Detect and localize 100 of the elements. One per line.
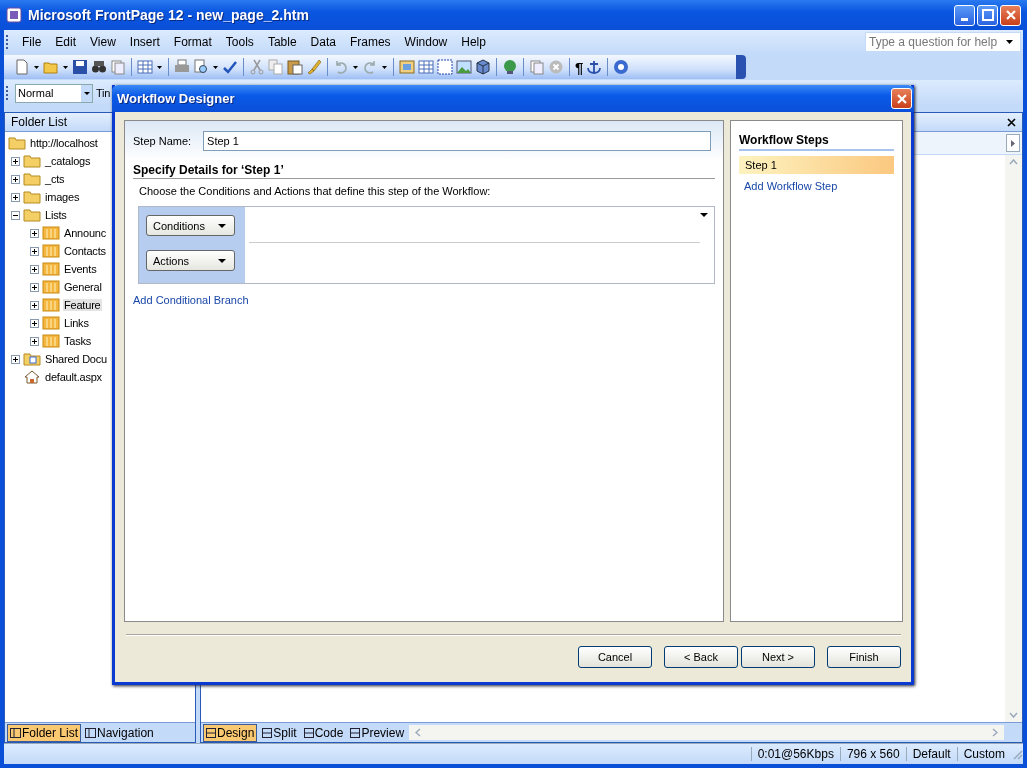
add-step-link[interactable]: Add Workflow Step [744,180,838,192]
list-icon [42,262,60,276]
view-tab[interactable]: Split [260,724,299,741]
caret-icon[interactable] [34,65,39,69]
table-icon[interactable] [418,59,434,75]
tree-item[interactable]: http://localhost [29,137,99,149]
layout-icon [206,727,216,738]
maximize-icon [981,9,994,21]
close-button[interactable] [891,88,912,109]
menu-item[interactable]: Insert [122,35,167,49]
dialog-button[interactable]: Finish [827,646,901,668]
dropdown-button[interactable]: Conditions [146,215,235,236]
menu-item[interactable]: Frames [342,35,398,49]
step-item[interactable]: Step 1 [739,156,894,174]
expand-icon[interactable] [30,228,39,238]
caret-icon [218,223,226,228]
expand-icon[interactable] [11,156,20,166]
add-branch-link[interactable]: Add Conditional Branch [133,294,249,306]
expand-icon[interactable] [11,174,20,184]
menu-item[interactable]: Tools [218,35,261,49]
panel-icon [10,727,21,738]
expand-icon[interactable] [30,336,39,346]
close-icon [1004,9,1017,21]
expand-icon[interactable] [11,354,20,364]
resize-grip-icon[interactable] [1011,748,1023,760]
caret-icon[interactable] [157,65,162,69]
tree-item[interactable]: Tasks [63,335,93,347]
menu-item[interactable]: Data [303,35,343,49]
expand-icon[interactable] [30,246,39,256]
app-icon [6,7,22,23]
caret-icon[interactable] [1006,40,1013,44]
expand-icon[interactable] [30,300,39,310]
close-icon[interactable] [1007,117,1016,127]
minimize-button[interactable] [954,4,975,26]
dialog-button[interactable]: < Back [664,646,738,668]
tree-item[interactable]: Events [63,263,98,275]
field-label: Step Name: [133,135,192,147]
magnifier-page-icon[interactable] [193,59,209,75]
view-tab[interactable]: Preview [348,724,407,741]
help-search-field[interactable]: Type a question for help [865,32,1021,52]
caret-icon[interactable] [353,65,358,69]
tree-item[interactable]: Shared Docu [44,353,108,365]
tree-item[interactable]: images [44,191,81,203]
font-dropdown[interactable]: Tin [96,87,110,99]
tree-item[interactable]: _catalogs [44,155,92,167]
tree-item[interactable]: Feature [63,299,102,311]
tree-item[interactable]: Announc [63,227,108,239]
menu-item[interactable]: File [15,35,49,49]
menu-item[interactable]: View [83,35,123,49]
toolbar-options-button[interactable] [736,55,746,79]
close-button[interactable] [1000,4,1021,26]
section-heading: Specify Details for ‘Step 1’ [133,163,715,179]
menu-item[interactable]: Help [454,35,493,49]
tree-item[interactable]: General [63,281,103,293]
tree-item[interactable]: _cts [44,173,66,185]
tree-item[interactable]: Links [63,317,90,329]
frame-icon[interactable] [437,59,453,75]
binoculars-icon[interactable] [91,59,107,75]
dialog-button[interactable]: Cancel [578,646,652,668]
list-icon [42,334,60,348]
dialog-button[interactable]: Next > [741,646,815,668]
expand-icon[interactable] [11,192,20,202]
menu-item[interactable]: Window [397,35,455,49]
caret-icon[interactable] [700,213,708,217]
right-arrow-icon [1011,139,1015,147]
expand-icon[interactable] [30,282,39,292]
tree-item[interactable]: default.aspx [44,371,103,383]
minimize-icon [961,17,968,21]
collapse-icon[interactable] [11,210,20,220]
list-icon [42,244,60,258]
folder-icon [8,136,26,150]
pane-tab[interactable]: Folder List [7,723,82,742]
maximize-button[interactable] [977,4,998,26]
view-tab[interactable]: Design [203,723,258,742]
cube-icon[interactable] [475,59,491,75]
caret-icon[interactable] [63,65,68,69]
caret-icon[interactable] [213,65,218,69]
scroll-right-button[interactable] [1006,134,1020,152]
menu-item[interactable]: Format [166,35,219,49]
pane-tab[interactable]: Navigation [83,724,156,741]
anchor-icon[interactable] [586,59,603,75]
expand-icon[interactable] [30,318,39,328]
menu-item[interactable]: Edit [48,35,84,49]
dropdown-button[interactable]: Actions [146,250,235,271]
view-tab[interactable]: Code [301,724,346,741]
brush-icon[interactable] [306,59,322,75]
menu-item[interactable]: Table [260,35,304,49]
clipboard-icon[interactable] [287,59,303,75]
style-dropdown[interactable]: Normal [15,83,93,103]
printer-icon[interactable] [174,59,190,75]
expand-icon[interactable] [30,264,39,274]
tree-item[interactable]: Contacts [63,245,107,257]
window-title: Microsoft FrontPage 12 - new_page_2.htm [28,7,310,23]
tree-item[interactable]: Lists [44,209,68,221]
caret-icon[interactable] [382,65,387,69]
pilcrow[interactable]: ¶ [575,58,584,76]
folder-icon [23,208,41,222]
step-name-field[interactable]: Step 1 [203,131,712,151]
save-icon[interactable] [72,59,88,75]
spelling-check-icon[interactable] [222,59,238,75]
